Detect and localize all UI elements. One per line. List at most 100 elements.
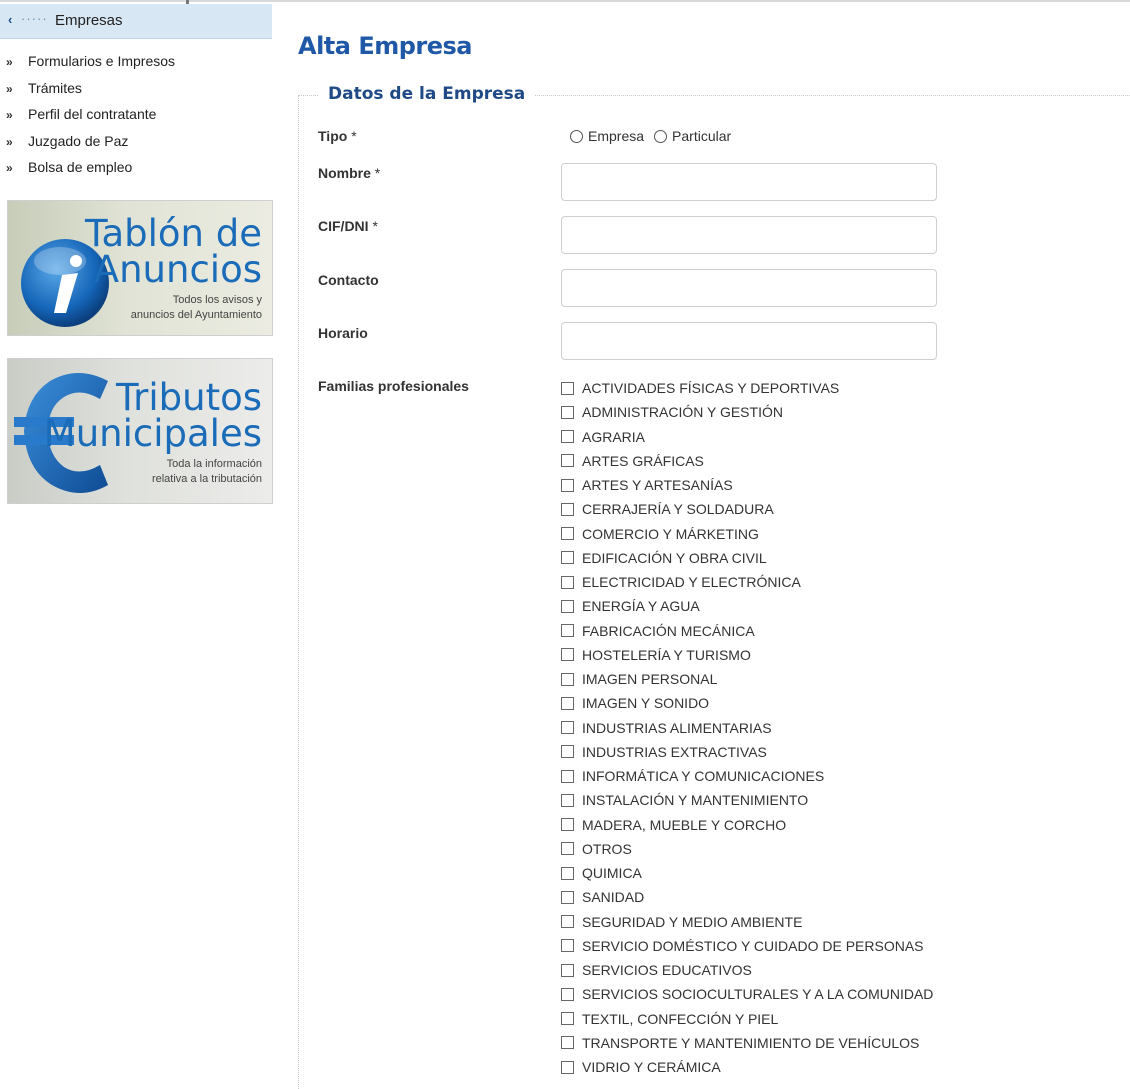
familia-option[interactable]: CERRAJERÍA Y SOLDADURA	[561, 497, 933, 521]
radio-button[interactable]	[570, 129, 583, 143]
familia-option[interactable]: INDUSTRIAS ALIMENTARIAS	[561, 716, 933, 740]
checkbox[interactable]	[561, 866, 574, 880]
back-arrow-icon: ‹	[8, 12, 13, 27]
sidebar-item-formularios[interactable]: » Formularios e Impresos	[0, 53, 175, 80]
sidebar-item-bolsa[interactable]: » Bolsa de empleo	[0, 159, 175, 186]
checkbox[interactable]	[561, 696, 574, 710]
familia-option[interactable]: OTROS	[561, 837, 933, 861]
checkbox[interactable]	[561, 381, 574, 395]
checkbox[interactable]	[561, 745, 574, 759]
familia-option[interactable]: TEXTIL, CONFECCIÓN Y PIEL	[561, 1007, 933, 1031]
familia-option[interactable]: IMAGEN Y SONIDO	[561, 691, 933, 715]
familia-option[interactable]: SERVICIOS SOCIOCULTURALES Y A LA COMUNID…	[561, 982, 933, 1006]
checkbox[interactable]	[561, 599, 574, 613]
familia-option-label: SERVICIOS EDUCATIVOS	[582, 962, 752, 979]
familia-option-label: MADERA, MUEBLE Y CORCHO	[582, 816, 787, 833]
familia-option[interactable]: TRANSPORTE Y MANTENIMIENTO DE VEHÍCULOS	[561, 1031, 933, 1055]
sidebar-item-tramites[interactable]: » Trámites	[0, 80, 175, 107]
checkbox[interactable]	[561, 987, 574, 1001]
checkbox[interactable]	[561, 430, 574, 444]
tipo-option-empresa[interactable]: Empresa	[570, 128, 644, 144]
familia-option-label: SEGURIDAD Y MEDIO AMBIENTE	[582, 913, 803, 930]
sidebar-item-perfil[interactable]: » Perfil del contratante	[0, 106, 175, 133]
familia-option-label: SERVICIO DOMÉSTICO Y CUIDADO DE PERSONAS	[582, 937, 924, 954]
radio-button[interactable]	[654, 129, 668, 143]
familia-option[interactable]: INSTALACIÓN Y MANTENIMIENTO	[561, 788, 933, 812]
familia-option[interactable]: FABRICACIÓN MECÁNICA	[561, 619, 933, 643]
checkbox[interactable]	[561, 939, 574, 953]
sidebar-back-link[interactable]: ‹ ····· Empresas	[0, 4, 272, 39]
checkbox[interactable]	[561, 890, 574, 904]
checkbox[interactable]	[561, 915, 574, 929]
checkbox[interactable]	[561, 405, 574, 419]
familia-option[interactable]: QUIMICA	[561, 861, 933, 885]
checkbox[interactable]	[561, 478, 574, 492]
familia-option[interactable]: COMERCIO Y MÁRKETING	[561, 522, 933, 546]
checkbox[interactable]	[561, 1036, 574, 1050]
familia-option[interactable]: ARTES Y ARTESANÍAS	[561, 473, 933, 497]
familia-option-label: INFORMÁTICA Y COMUNICACIONES	[582, 768, 825, 785]
fieldset-legend: Datos de la Empresa	[318, 84, 536, 104]
dotted-line-icon: ·····	[21, 11, 48, 26]
nombre-input[interactable]	[561, 163, 937, 201]
checkbox[interactable]	[561, 527, 574, 541]
checkbox[interactable]	[561, 624, 574, 638]
familia-option[interactable]: SERVICIO DOMÉSTICO Y CUIDADO DE PERSONAS	[561, 934, 933, 958]
cif-label: CIF/DNI *	[318, 218, 378, 234]
familia-option-label: INDUSTRIAS EXTRACTIVAS	[582, 743, 767, 760]
checkbox[interactable]	[561, 793, 574, 807]
familia-option[interactable]: VIDRIO Y CERÁMICA	[561, 1055, 933, 1079]
checkbox[interactable]	[561, 963, 574, 977]
familia-option-label: OTROS	[582, 840, 632, 857]
tipo-label: Tipo *	[318, 128, 357, 144]
checkbox[interactable]	[561, 842, 574, 856]
checkbox[interactable]	[561, 1012, 574, 1026]
checkbox[interactable]	[561, 818, 574, 832]
checkbox[interactable]	[561, 1060, 574, 1074]
tablon-anuncios-banner[interactable]: Tablón de Anuncios Todos los avisos y an…	[7, 200, 273, 336]
double-chevron-icon: »	[6, 108, 13, 122]
familia-option[interactable]: ADMINISTRACIÓN Y GESTIÓN	[561, 400, 933, 424]
top-border	[0, 0, 1130, 4]
checkbox[interactable]	[561, 454, 574, 468]
familia-option-label: SANIDAD	[582, 889, 645, 906]
familia-option[interactable]: IMAGEN PERSONAL	[561, 667, 933, 691]
familia-option[interactable]: HOSTELERÍA Y TURISMO	[561, 643, 933, 667]
familia-option-label: HOSTELERÍA Y TURISMO	[582, 646, 751, 663]
familia-option-label: ARTES Y ARTESANÍAS	[582, 477, 733, 494]
tributos-municipales-banner[interactable]: Tributos Municipales Toda la información…	[7, 358, 273, 504]
checkbox[interactable]	[561, 502, 574, 516]
familia-option[interactable]: ENERGÍA Y AGUA	[561, 594, 933, 618]
checkbox[interactable]	[561, 721, 574, 735]
sidebar-item-juzgado[interactable]: » Juzgado de Paz	[0, 133, 175, 160]
tributos-title-line2: Municipales	[43, 412, 262, 455]
familia-option[interactable]: INDUSTRIAS EXTRACTIVAS	[561, 740, 933, 764]
familia-option[interactable]: ACTIVIDADES FÍSICAS Y DEPORTIVAS	[561, 376, 933, 400]
familia-option[interactable]: EDIFICACIÓN Y OBRA CIVIL	[561, 546, 933, 570]
familia-option[interactable]: MADERA, MUEBLE Y CORCHO	[561, 813, 933, 837]
sidebar-nav: » Formularios e Impresos » Trámites » Perfi…	[0, 53, 175, 186]
familia-option[interactable]: INFORMÁTICA Y COMUNICACIONES	[561, 764, 933, 788]
checkbox[interactable]	[561, 769, 574, 783]
cif-dni-input[interactable]	[561, 216, 937, 254]
familia-option[interactable]: ELECTRICIDAD Y ELECTRÓNICA	[561, 570, 933, 594]
familia-option-label: TEXTIL, CONFECCIÓN Y PIEL	[582, 1010, 779, 1027]
contacto-input[interactable]	[561, 269, 937, 307]
familia-option[interactable]: SANIDAD	[561, 885, 933, 909]
checkbox[interactable]	[561, 672, 574, 686]
familia-option[interactable]: AGRARIA	[561, 425, 933, 449]
tipo-option-particular[interactable]: Particular	[654, 128, 731, 144]
sidebar-header-label: Empresas	[55, 12, 123, 29]
familia-option[interactable]: ARTES GRÁFICAS	[561, 449, 933, 473]
familia-option-label: EDIFICACIÓN Y OBRA CIVIL	[582, 549, 767, 566]
checkbox[interactable]	[561, 551, 574, 565]
familia-option[interactable]: SEGURIDAD Y MEDIO AMBIENTE	[561, 910, 933, 934]
checkbox[interactable]	[561, 575, 574, 589]
familia-option[interactable]: SERVICIOS EDUCATIVOS	[561, 958, 933, 982]
fieldset-border-left	[298, 95, 299, 1089]
checkbox[interactable]	[561, 648, 574, 662]
contacto-label: Contacto	[318, 272, 379, 288]
familia-option-label: IMAGEN Y SONIDO	[582, 695, 710, 712]
horario-input[interactable]	[561, 322, 937, 360]
sidebar: ‹ ····· Empresas » Formularios e Impresos…	[0, 4, 272, 175]
